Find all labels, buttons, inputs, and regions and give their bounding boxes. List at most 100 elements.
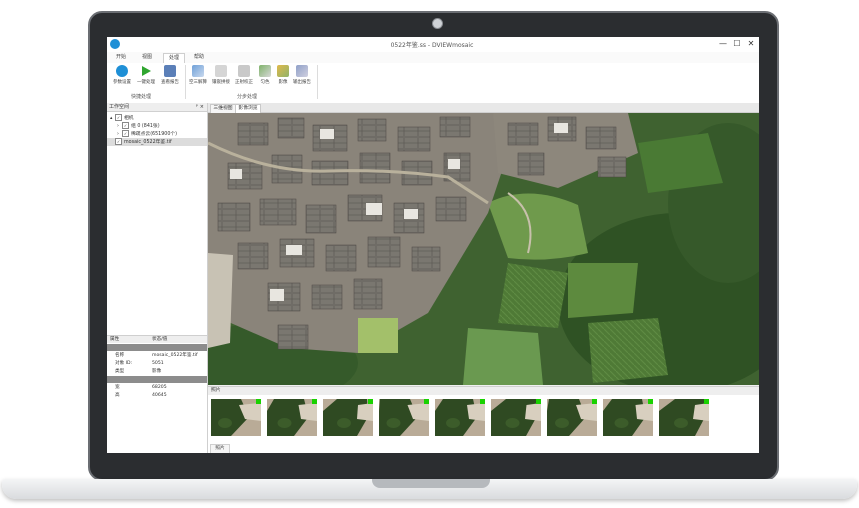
tab-process[interactable]: 处理 — [163, 53, 185, 63]
tree-item[interactable]: ✓ mosaic_0522年鉴.tif — [107, 138, 207, 146]
property-value: 40645 — [152, 393, 167, 398]
play-icon — [140, 65, 152, 77]
tree-item[interactable]: › ✓ 组 0 (841张) — [107, 122, 207, 130]
aerial-triangulation-icon — [192, 65, 204, 77]
processed-flag-icon — [536, 399, 541, 404]
photo-panel-header: 照片 — [208, 387, 759, 395]
photo-thumbnail[interactable] — [491, 399, 541, 436]
maximize-button[interactable]: ☐ — [731, 38, 743, 50]
thumbnail-image — [211, 399, 261, 436]
property-key: 类型 — [115, 369, 125, 374]
tab-photos[interactable]: 照片 — [210, 444, 230, 453]
mosaic-icon — [215, 65, 227, 77]
export-icon — [296, 65, 308, 77]
property-key: 对象 ID: — [115, 361, 133, 366]
tab-image-browse[interactable]: 影像浏览 — [235, 104, 261, 113]
processed-flag-icon — [256, 399, 261, 404]
tree-item[interactable]: ▴ ✓ 相机 — [107, 114, 207, 122]
processed-flag-icon — [424, 399, 429, 404]
thumbnail-image — [323, 399, 373, 436]
ribbon-separator — [317, 65, 318, 99]
tree-item-label: 稀疏点云(651900个) — [131, 132, 178, 137]
property-value: 5051 — [152, 361, 164, 366]
app-logo-icon — [110, 39, 120, 49]
title-bar: 0522年鉴.ss - DVIEWmosaic — ☐ ✕ — [107, 37, 759, 53]
processed-flag-icon — [592, 399, 597, 404]
export-report-button[interactable]: 输出报告 — [289, 65, 315, 85]
property-value: 68205 — [152, 385, 167, 390]
workspace-header: 工作空间 ᵖ × — [107, 103, 207, 112]
property-row: 宽 68205 — [107, 384, 207, 391]
tree-item[interactable]: › ✓ 稀疏点云(651900个) — [107, 130, 207, 138]
property-row: 名称 mosaic_0522年鉴.tif — [107, 352, 207, 359]
processed-flag-icon — [648, 399, 653, 404]
photo-panel: 照片 照片 — [208, 386, 759, 453]
tree-checkbox[interactable]: ✓ — [115, 114, 122, 121]
thumbnail-image — [547, 399, 597, 436]
properties-panel: 属性 状态/值 名称 mosaic_0522年鉴.tif 对象 ID: 5051 类型 影… — [107, 335, 207, 453]
orthomosaic-viewport[interactable] — [208, 113, 759, 385]
thumbnail-image — [267, 399, 317, 436]
photo-thumbnail[interactable] — [379, 399, 429, 436]
tree-checkbox[interactable]: ✓ — [122, 122, 129, 129]
report-icon — [164, 65, 176, 77]
workspace-title: 工作空间 — [109, 104, 130, 110]
tab-help[interactable]: 帮助 — [189, 53, 209, 62]
thumbnail-image — [659, 399, 709, 436]
param-settings-button[interactable]: 参数设置 — [109, 65, 135, 85]
tree-item-label: mosaic_0522年鉴.tif — [124, 140, 172, 145]
photo-thumbnail[interactable] — [267, 399, 317, 436]
property-section — [107, 376, 207, 383]
thumbnail-image — [379, 399, 429, 436]
app-window: 0522年鉴.ss - DVIEWmosaic — ☐ ✕ 开始 视图 处理 帮… — [107, 37, 759, 453]
tab-3d-view[interactable]: 三维视图 — [210, 104, 236, 113]
ribbon-toolbar: 参数设置 一键处理 查看报告 快捷处理 空三解算 镶嵌拼接 正射校正 匀色 影像… — [107, 63, 759, 104]
processed-flag-icon — [312, 399, 317, 404]
property-value: mosaic_0522年鉴.tif — [152, 353, 198, 358]
photo-thumbnail[interactable] — [547, 399, 597, 436]
property-row: 对象 ID: 5051 — [107, 360, 207, 367]
property-section — [107, 344, 207, 351]
processed-flag-icon — [480, 399, 485, 404]
tree-item-label: 组 0 (841张) — [131, 124, 160, 129]
property-key: 宽 — [115, 385, 120, 390]
properties-header: 属性 状态/值 — [107, 336, 207, 343]
laptop-notch — [372, 479, 490, 488]
minimize-button[interactable]: — — [717, 38, 729, 50]
thumbnail-image — [491, 399, 541, 436]
ortho-icon — [238, 65, 250, 77]
window-title: 0522年鉴.ss - DVIEWmosaic — [390, 42, 474, 49]
property-row: 类型 影像 — [107, 368, 207, 375]
property-value: 影像 — [152, 369, 162, 374]
processed-flag-icon — [368, 399, 373, 404]
quick-group-label: 快捷处理 — [131, 94, 152, 100]
webcam — [432, 18, 443, 29]
one-click-process-button[interactable]: 一键处理 — [133, 65, 159, 85]
thumbnail-image — [603, 399, 653, 436]
tab-start[interactable]: 开始 — [111, 53, 131, 62]
property-row: 高 40645 — [107, 392, 207, 399]
step-group-label: 分步处理 — [237, 94, 258, 100]
photo-thumbnail[interactable] — [211, 399, 261, 436]
tree-checkbox[interactable]: ✓ — [122, 130, 129, 137]
document-tabs: 三维视图 影像浏览 — [208, 103, 759, 113]
close-button[interactable]: ✕ — [745, 38, 757, 50]
tree-checkbox[interactable]: ✓ — [115, 138, 122, 145]
photo-thumbnail[interactable] — [323, 399, 373, 436]
close-panel-icon[interactable]: × — [200, 103, 204, 112]
processed-flag-icon — [704, 399, 709, 404]
settings-globe-icon — [116, 65, 128, 77]
thumbnail-image — [435, 399, 485, 436]
workspace-panel: 工作空间 ᵖ × ▴ ✓ 相机 › ✓ 组 0 (841张) › ✓ 稀疏点云(651900个)… — [107, 103, 208, 453]
property-key: 名称 — [115, 353, 125, 358]
tab-view[interactable]: 视图 — [137, 53, 157, 62]
photo-thumbnail[interactable] — [435, 399, 485, 436]
view-report-button[interactable]: 查看报告 — [157, 65, 183, 85]
photo-thumbnail[interactable] — [659, 399, 709, 436]
image-stack-icon — [277, 65, 289, 77]
photo-thumbnail[interactable] — [603, 399, 653, 436]
tree-item-label: 相机 — [124, 116, 134, 121]
aerial-image — [208, 113, 759, 385]
pin-icon[interactable]: ᵖ — [196, 103, 198, 112]
property-key: 高 — [115, 393, 120, 398]
